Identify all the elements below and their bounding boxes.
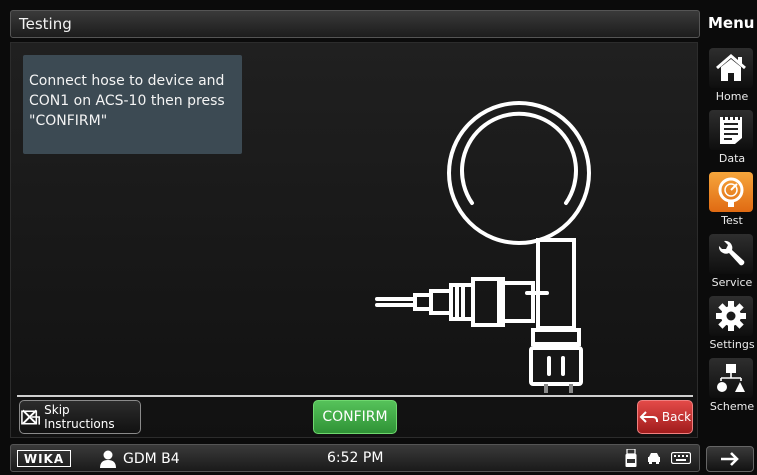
menu-item-service-label: Service bbox=[711, 276, 753, 289]
menu-item-test[interactable]: Test bbox=[705, 172, 757, 234]
back-label: Back bbox=[661, 410, 692, 424]
title-bar: Testing bbox=[10, 10, 700, 38]
back-button[interactable]: Back bbox=[637, 400, 693, 434]
gauge-icon bbox=[718, 177, 744, 207]
skip-instructions-label: Skip Instructions bbox=[44, 403, 115, 431]
skip-instructions-button[interactable]: Skip Instructions bbox=[19, 400, 141, 434]
status-bar: WIKA GDM B4 6:52 PM bbox=[10, 444, 700, 472]
scheme-icon bbox=[717, 364, 745, 392]
menu-title: Menu bbox=[708, 14, 755, 32]
arrow-right-icon bbox=[721, 452, 739, 466]
document-icon bbox=[720, 115, 742, 144]
menu-item-data-label: Data bbox=[718, 152, 746, 165]
car-icon bbox=[648, 453, 660, 464]
gear-icon bbox=[716, 301, 746, 331]
menu-item-home[interactable]: Home bbox=[705, 48, 757, 110]
page-title: Testing bbox=[19, 15, 72, 33]
clock: 6:52 PM bbox=[327, 450, 384, 466]
menu-item-scheme-label: Scheme bbox=[709, 400, 755, 413]
keyboard-icon bbox=[671, 452, 691, 464]
menu-item-scheme[interactable]: Scheme bbox=[705, 358, 757, 420]
menu-item-service[interactable]: Service bbox=[705, 234, 757, 296]
user-icon bbox=[100, 450, 116, 468]
next-page-button[interactable] bbox=[706, 446, 754, 472]
main-panel: Connect hose to device and CON1 on ACS-1… bbox=[10, 42, 698, 438]
screen: Testing Connect hose to device and CON1 … bbox=[0, 0, 757, 475]
menu-item-settings-label: Settings bbox=[709, 338, 755, 351]
gauge-connection-illustration bbox=[375, 101, 591, 393]
user-name: GDM B4 bbox=[123, 451, 180, 467]
side-menu: Menu Home Data Test Service Settings Sch… bbox=[702, 0, 757, 445]
back-arrow-icon bbox=[639, 411, 658, 423]
instruction-text: Connect hose to device and CON1 on ACS-1… bbox=[23, 55, 242, 154]
menu-item-data[interactable]: Data bbox=[705, 110, 757, 172]
menu-item-settings[interactable]: Settings bbox=[705, 296, 757, 358]
home-icon bbox=[716, 54, 746, 81]
wrench-icon bbox=[718, 240, 745, 266]
menu-item-test-label: Test bbox=[721, 214, 743, 227]
brand-logo: WIKA bbox=[17, 450, 71, 467]
menu-item-home-label: Home bbox=[715, 90, 749, 103]
status-icons bbox=[625, 449, 691, 467]
user-info: GDM B4 bbox=[99, 450, 180, 468]
usb-icon bbox=[625, 449, 637, 467]
confirm-button[interactable]: CONFIRM bbox=[313, 400, 397, 434]
skip-instructions-icon bbox=[21, 409, 40, 425]
confirm-label: CONFIRM bbox=[322, 409, 388, 425]
action-divider bbox=[17, 395, 693, 397]
